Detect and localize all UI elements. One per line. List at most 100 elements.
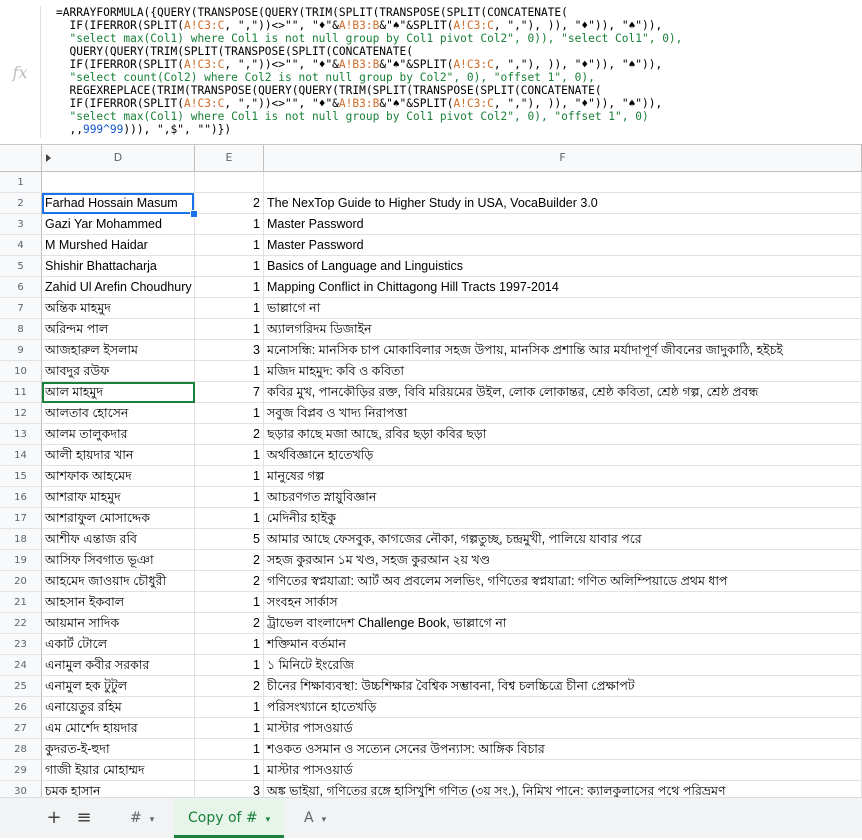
cell-books[interactable]: ভাল্লাগে না xyxy=(264,298,862,319)
cell-author[interactable]: আয়মান সাদিক xyxy=(42,613,195,634)
row-number[interactable]: 9 xyxy=(0,340,42,361)
row-number[interactable]: 12 xyxy=(0,403,42,424)
cell-author[interactable]: আহসান ইকবাল xyxy=(42,592,195,613)
row-number[interactable]: 7 xyxy=(0,298,42,319)
cell-author[interactable]: আশরাফুল মোসাদ্দেক xyxy=(42,508,195,529)
cell-count[interactable]: 1 xyxy=(195,277,264,298)
row-number[interactable]: 25 xyxy=(0,676,42,697)
cell-author[interactable]: আলম তালুকদার xyxy=(42,424,195,445)
cell-count[interactable]: 7 xyxy=(195,382,264,403)
cell-books[interactable]: শওকত ওসমান ও সত্যেন সেনের উপন্যাস: আঙ্গি… xyxy=(264,739,862,760)
cell-author[interactable]: আশফাক আহমেদ xyxy=(42,466,195,487)
cell-count[interactable]: 2 xyxy=(195,571,264,592)
row-number[interactable]: 30 xyxy=(0,781,42,797)
cell-books[interactable]: মনোসন্ধি: মানসিক চাপ মোকাবিলার সহজ উপায়… xyxy=(264,340,862,361)
cell-author[interactable]: এনামুল হক টুটুল xyxy=(42,676,195,697)
row-number[interactable]: 26 xyxy=(0,697,42,718)
cell-author[interactable]: Farhad Hossain Masum xyxy=(42,193,195,214)
row-number[interactable]: 15 xyxy=(0,466,42,487)
cell-count[interactable]: 2 xyxy=(195,424,264,445)
cell-count[interactable]: 3 xyxy=(195,781,264,797)
cell-author[interactable]: M Murshed Haidar xyxy=(42,235,195,256)
sheet-tab[interactable]: Copy of # ▾ xyxy=(174,798,285,838)
cell-author[interactable]: আশরাফ মাহমুদ xyxy=(42,487,195,508)
cell-count[interactable]: 5 xyxy=(195,529,264,550)
cell-count[interactable]: 1 xyxy=(195,235,264,256)
cell-count[interactable]: 1 xyxy=(195,445,264,466)
cell-author[interactable]: Zahid Ul Arefin Choudhury xyxy=(42,277,195,298)
cell-count[interactable]: 3 xyxy=(195,340,264,361)
cell-books[interactable]: Master Password xyxy=(264,214,862,235)
chevron-down-icon[interactable]: ▾ xyxy=(266,815,271,825)
row-number[interactable]: 20 xyxy=(0,571,42,592)
cell-books[interactable]: মজিদ মাহমুদ: কবি ও কবিতা xyxy=(264,361,862,382)
cell-count[interactable]: 1 xyxy=(195,319,264,340)
row-number[interactable]: 23 xyxy=(0,634,42,655)
chevron-down-icon[interactable]: ▾ xyxy=(322,815,327,825)
row-number[interactable]: 21 xyxy=(0,592,42,613)
cell-books[interactable]: মেদিনীর হাইকু xyxy=(264,508,862,529)
cell-author[interactable]: আলী হায়দার খান xyxy=(42,445,195,466)
column-header-e[interactable]: E xyxy=(195,145,264,171)
all-sheets-menu-icon[interactable]: ≡ xyxy=(72,798,96,838)
row-number[interactable]: 16 xyxy=(0,487,42,508)
cell-books[interactable]: সংবহন সার্কাস xyxy=(264,592,862,613)
cell-count[interactable]: 1 xyxy=(195,508,264,529)
row-number[interactable]: 22 xyxy=(0,613,42,634)
row-number[interactable]: 1 xyxy=(0,172,42,193)
cell-books[interactable]: আমার আছে ফেসবুক, কাগজের নৌকা, গল্পতুচ্ছ,… xyxy=(264,529,862,550)
column-header-d[interactable]: D xyxy=(42,145,195,171)
cell-count[interactable]: 1 xyxy=(195,487,264,508)
row-number[interactable]: 11 xyxy=(0,382,42,403)
cell-count[interactable]: 2 xyxy=(195,550,264,571)
cell-books[interactable]: আচরণগত স্নায়ুবিজ্ঞান xyxy=(264,487,862,508)
cell-author[interactable]: আবদুর রউফ xyxy=(42,361,195,382)
add-sheet-icon[interactable]: + xyxy=(42,798,66,838)
cell-count[interactable]: 2 xyxy=(195,676,264,697)
cell-count[interactable]: 1 xyxy=(195,634,264,655)
cell-author[interactable]: আশীফ এন্তাজ রবি xyxy=(42,529,195,550)
row-number[interactable]: 4 xyxy=(0,235,42,256)
cell-author[interactable]: আসিফ সিবগাত ভূঞা xyxy=(42,550,195,571)
cell-books[interactable]: অ্যালগরিদম ডিজাইন xyxy=(264,319,862,340)
cell-books[interactable]: ট্রাভেল বাংলাদেশ Challenge Book, ভাল্লাগ… xyxy=(264,613,862,634)
cell-author[interactable] xyxy=(42,172,195,193)
cell-author[interactable]: আহমেদ জাওয়াদ চৌধুরী xyxy=(42,571,195,592)
row-number[interactable]: 19 xyxy=(0,550,42,571)
cell-books[interactable]: কবির মুখ, পানকৌড়ির রক্ত, বিবি মরিয়মের … xyxy=(264,382,862,403)
row-number[interactable]: 17 xyxy=(0,508,42,529)
row-number[interactable]: 8 xyxy=(0,319,42,340)
cell-author[interactable]: এনামুল কবীর সরকার xyxy=(42,655,195,676)
row-number[interactable]: 2 xyxy=(0,193,42,214)
cell-books[interactable]: সহজ কুরআন ১ম খণ্ড, সহজ কুরআন ২য় খণ্ড xyxy=(264,550,862,571)
sheet-tab[interactable]: # ▾ xyxy=(116,798,168,838)
cell-count[interactable]: 1 xyxy=(195,403,264,424)
cell-count[interactable]: 1 xyxy=(195,739,264,760)
row-number[interactable]: 18 xyxy=(0,529,42,550)
row-number[interactable]: 29 xyxy=(0,760,42,781)
cell-books[interactable]: পরিসংখ্যানে হাতেখড়ি xyxy=(264,697,862,718)
row-number[interactable]: 10 xyxy=(0,361,42,382)
cell-author[interactable]: আজহারুল ইসলাম xyxy=(42,340,195,361)
row-number[interactable]: 6 xyxy=(0,277,42,298)
cell-books[interactable]: Mapping Conflict in Chittagong Hill Trac… xyxy=(264,277,862,298)
cell-count[interactable]: 1 xyxy=(195,361,264,382)
cell-books[interactable]: সবুজ বিপ্লব ও খাদ্য নিরাপত্তা xyxy=(264,403,862,424)
cell-count[interactable]: 1 xyxy=(195,466,264,487)
chevron-down-icon[interactable]: ▾ xyxy=(150,815,155,825)
cell-author[interactable]: অন্তিক মাহমুদ xyxy=(42,298,195,319)
cell-books[interactable]: অর্থবিজ্ঞানে হাতেখড়ি xyxy=(264,445,862,466)
cell-books[interactable]: গণিতের স্বপ্নযাত্রা: আর্ট অব প্রবলেম সলভ… xyxy=(264,571,862,592)
cell-author[interactable]: এম মোর্শেদ হায়দার xyxy=(42,718,195,739)
row-number[interactable]: 28 xyxy=(0,739,42,760)
row-number[interactable]: 14 xyxy=(0,445,42,466)
cell-author[interactable]: একার্ট টোলে xyxy=(42,634,195,655)
select-all-corner[interactable] xyxy=(0,145,42,171)
column-header-f[interactable]: F xyxy=(264,145,862,171)
cell-author[interactable]: চমক হাসান xyxy=(42,781,195,797)
sheet-tab[interactable]: A ▾ xyxy=(290,798,340,838)
cell-author[interactable]: Shishir Bhattacharja xyxy=(42,256,195,277)
cell-author[interactable]: অরিন্দম পাল xyxy=(42,319,195,340)
cell-count[interactable]: 1 xyxy=(195,655,264,676)
cell-author[interactable]: এনায়েতুর রহিম xyxy=(42,697,195,718)
